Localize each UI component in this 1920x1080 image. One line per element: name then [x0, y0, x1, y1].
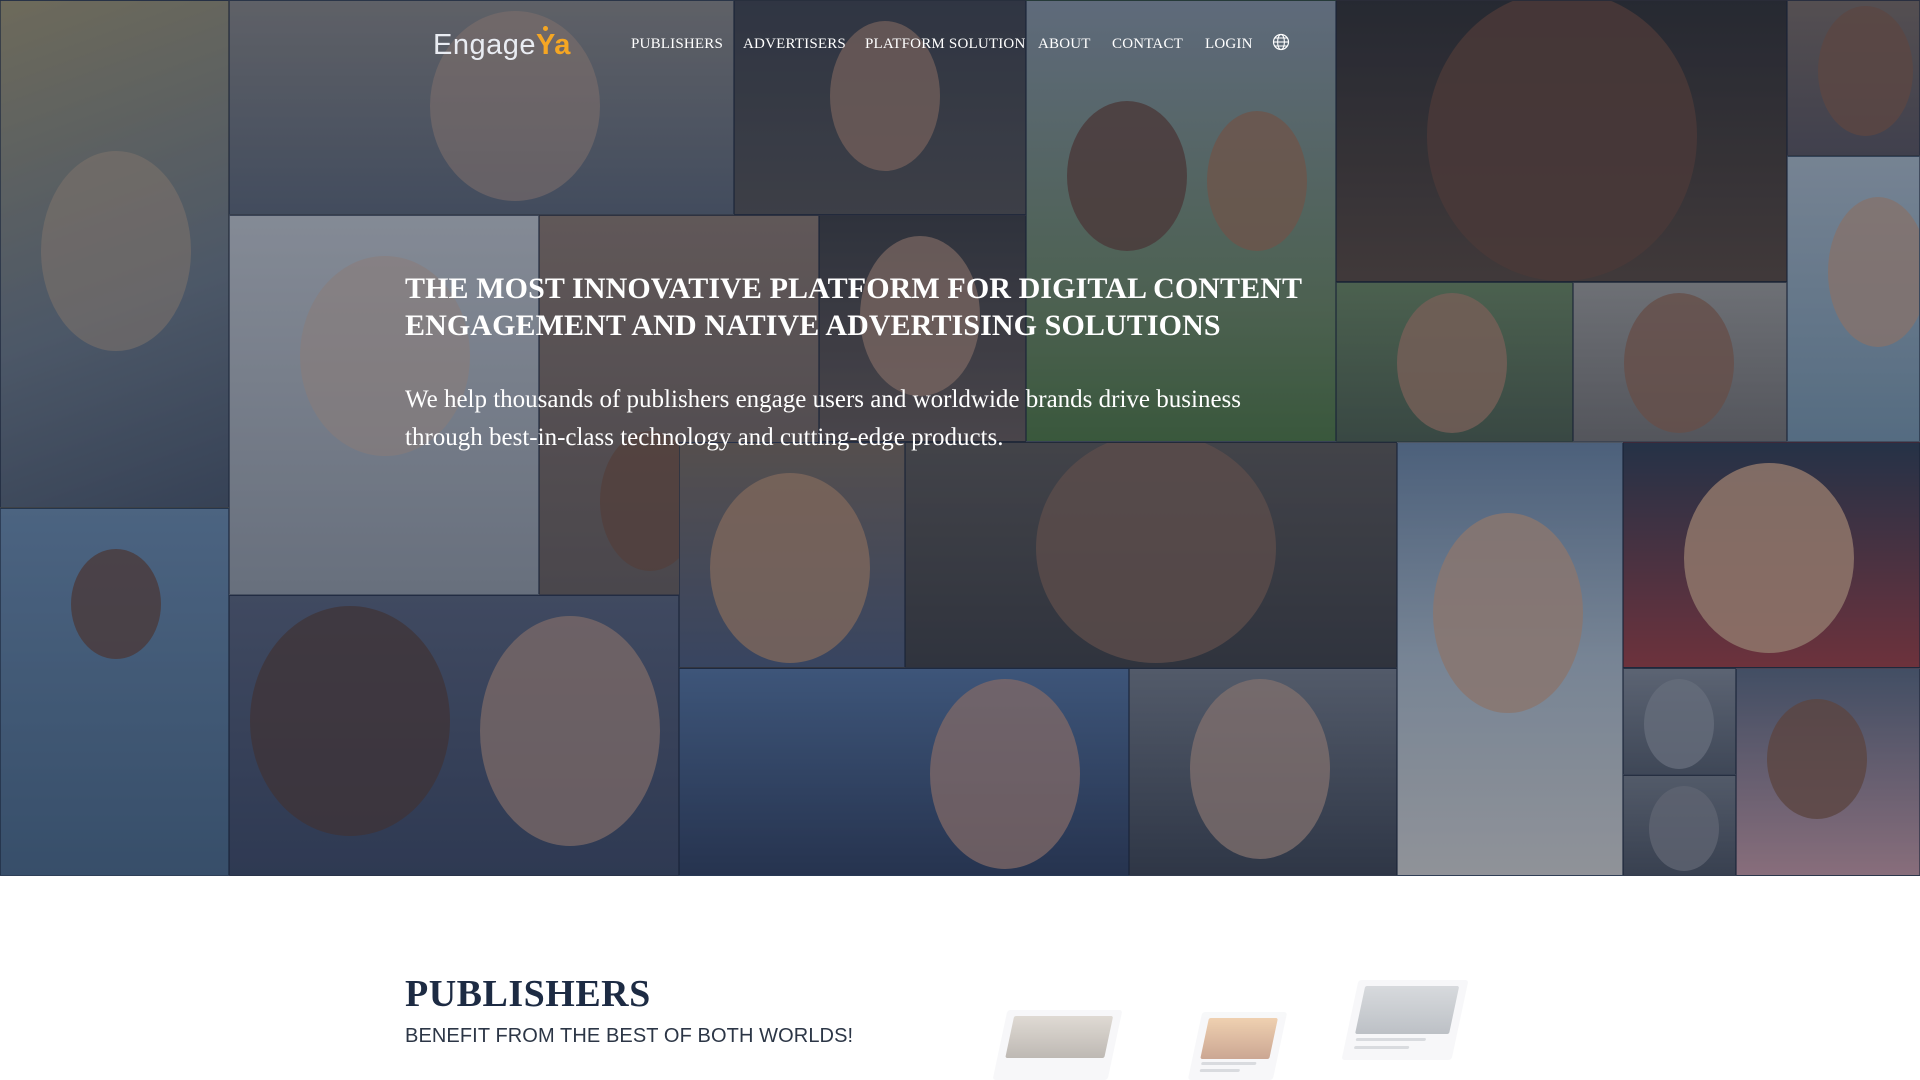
- hero-description-line1: We help thousands of publishers engage u…: [405, 386, 1242, 413]
- nav-contact[interactable]: CONTACT: [1112, 36, 1183, 53]
- hero-headline-line1: THE MOST INNOVATIVE PLATFORM FOR DIGITAL…: [405, 272, 1303, 305]
- ad-card-illustration: [992, 1010, 1123, 1080]
- nav-platform-solution[interactable]: PLATFORM SOLUTION: [865, 36, 1026, 53]
- publishers-subtitle: BENEFIT FROM THE BEST OF BOTH WORLDS!: [405, 1025, 854, 1047]
- ad-card-caption-line: [1353, 1046, 1410, 1049]
- ad-card-image: [1005, 1016, 1114, 1058]
- ad-card-caption-line: [1200, 1062, 1257, 1065]
- hero-headline-line2: ENGAGEMENT AND NATIVE ADVERTISING SOLUTI…: [405, 309, 1221, 342]
- hero-description-line2: through best-in-class technology and cut…: [405, 424, 1004, 451]
- ad-card-illustration: [1341, 980, 1469, 1060]
- ad-card-image: [1200, 1018, 1278, 1059]
- nav-advertisers[interactable]: ADVERTISERS: [743, 36, 846, 53]
- hero-description: We help thousands of publishers engage u…: [405, 381, 1325, 457]
- hero-headline: THE MOST INNOVATIVE PLATFORM FOR DIGITAL…: [405, 270, 1385, 344]
- ad-card-image: [1355, 986, 1460, 1034]
- publishers-title: PUBLISHERS: [405, 973, 651, 1015]
- ad-card-caption-line: [1199, 1069, 1241, 1072]
- nav-about[interactable]: ABOUT: [1038, 36, 1091, 53]
- nav-login[interactable]: LOGIN: [1205, 36, 1253, 53]
- logo-dot: [543, 26, 548, 31]
- ad-card-illustration: [1187, 1012, 1288, 1080]
- main-nav: PUBLISHERS ADVERTISERS PLATFORM SOLUTION…: [0, 36, 1920, 56]
- ad-card-caption-line: [1355, 1038, 1427, 1041]
- nav-publishers[interactable]: PUBLISHERS: [631, 36, 723, 53]
- hero-section: Engage Ya PUBLISHERS ADVERTISERS PLATFOR…: [0, 0, 1920, 876]
- globe-icon[interactable]: [1272, 33, 1290, 51]
